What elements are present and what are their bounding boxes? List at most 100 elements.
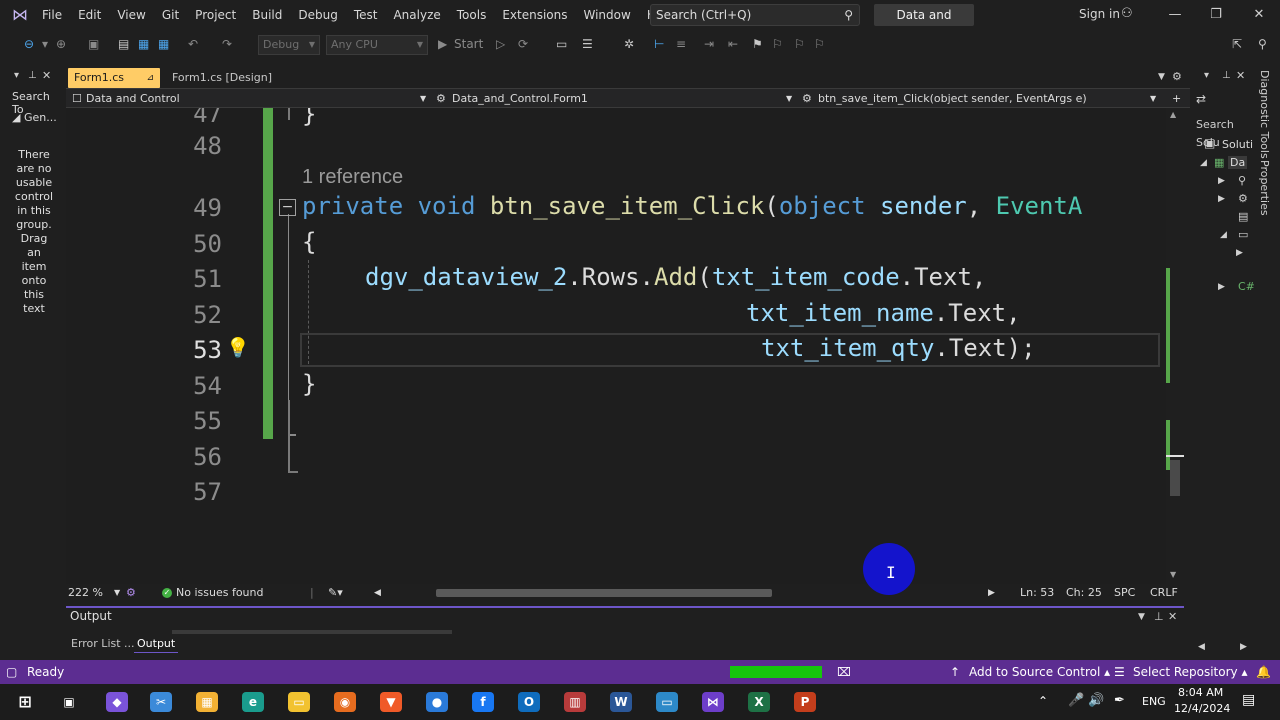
file-explorer-icon[interactable]: ▭: [288, 692, 310, 712]
excel-icon[interactable]: X: [748, 692, 770, 712]
notifications-bell-icon[interactable]: 🔔: [1256, 660, 1271, 684]
notification-center-icon[interactable]: ▤: [1242, 692, 1255, 708]
menu-debug[interactable]: Debug: [290, 0, 345, 30]
line-indicator[interactable]: Ln: 53: [1020, 584, 1054, 602]
horizontal-scroll-thumb[interactable]: [436, 589, 772, 597]
platform-select[interactable]: Any CPU ▼: [326, 35, 428, 55]
menu-project[interactable]: Project: [187, 0, 244, 30]
firefox-icon[interactable]: ◉: [334, 692, 356, 712]
word-icon[interactable]: W: [610, 692, 632, 712]
line-ending-indicator[interactable]: CRLF: [1150, 584, 1178, 602]
powerpoint-icon[interactable]: P: [794, 692, 816, 712]
clear-bookmarks-icon[interactable]: ⚐: [814, 37, 825, 51]
indent-icon[interactable]: ⇥: [704, 37, 714, 51]
back-dropdown-icon[interactable]: ▾: [42, 37, 48, 51]
tab-diagnostic-tools[interactable]: Diagnostic Tools: [1258, 70, 1271, 159]
whitespace-indicator[interactable]: SPC: [1114, 584, 1135, 602]
close-window-button[interactable]: ✕: [1244, 4, 1274, 26]
visual-studio-logo-icon[interactable]: ⋈: [10, 6, 30, 24]
menu-analyze[interactable]: Analyze: [385, 0, 448, 30]
save-icon[interactable]: ▦: [138, 37, 149, 51]
open-file-icon[interactable]: ▤: [118, 37, 129, 51]
menu-file[interactable]: File: [34, 0, 70, 30]
redo-icon[interactable]: ↷: [222, 37, 232, 51]
start-button-label[interactable]: Start: [454, 37, 483, 51]
vertical-scroll-thumb[interactable]: [1170, 460, 1180, 496]
feedback-icon[interactable]: ⚲: [1258, 37, 1267, 51]
scroll-down-icon[interactable]: ▼: [1170, 570, 1176, 579]
windows-start-icon[interactable]: ⊞: [14, 692, 36, 712]
edge-icon[interactable]: e: [242, 692, 264, 712]
language-indicator[interactable]: ENG: [1142, 695, 1166, 708]
maximize-button[interactable]: ❐: [1201, 4, 1231, 26]
notifications-icon[interactable]: ⌧: [837, 660, 851, 684]
column-indicator[interactable]: Ch: 25: [1066, 584, 1102, 602]
format-icon[interactable]: ≡: [676, 37, 686, 51]
clock-date[interactable]: 12/4/2024: [1174, 702, 1230, 715]
close-icon[interactable]: ✕: [42, 69, 51, 82]
facebook-icon[interactable]: f: [472, 692, 494, 712]
menu-git[interactable]: Git: [154, 0, 187, 30]
menu-tools[interactable]: Tools: [449, 0, 495, 30]
task-view-icon[interactable]: ▣: [58, 692, 80, 712]
quick-actions-lightbulb-icon[interactable]: 💡: [226, 336, 250, 362]
pin-icon[interactable]: ⊥: [28, 70, 37, 81]
close-icon[interactable]: ✕: [1236, 69, 1245, 82]
start-icon[interactable]: ▶: [438, 37, 447, 51]
pen-icon[interactable]: ✒: [1114, 693, 1125, 708]
menu-build[interactable]: Build: [244, 0, 290, 30]
outlook-icon[interactable]: O: [518, 692, 540, 712]
vertical-scrollbar[interactable]: ▲ ▼: [1166, 108, 1184, 584]
codelens-reference[interactable]: 1 reference: [302, 166, 403, 189]
menu-extensions[interactable]: Extensions: [494, 0, 575, 30]
hot-reload-icon[interactable]: ⟳: [518, 37, 528, 51]
tab-properties[interactable]: Properties: [1258, 160, 1271, 216]
clock-time[interactable]: 8:04 AM: [1178, 686, 1223, 699]
menu-edit[interactable]: Edit: [70, 0, 109, 30]
forward-icon[interactable]: ⊕: [56, 37, 66, 51]
close-icon[interactable]: ✕: [1168, 610, 1177, 623]
volume-icon[interactable]: 🔊: [1088, 693, 1104, 708]
split-add-icon[interactable]: +: [1172, 90, 1181, 108]
align-icon[interactable]: ⊢: [654, 37, 664, 51]
save-all-icon[interactable]: ▦: [158, 37, 169, 51]
nav-member-select[interactable]: btn_save_item_Click(object sender, Event…: [818, 90, 1087, 108]
new-project-icon[interactable]: ▣: [88, 37, 99, 51]
add-to-source-control-button[interactable]: Add to Source Control ▴: [969, 660, 1110, 684]
select-repository-button[interactable]: Select Repository ▴: [1133, 660, 1248, 684]
scroll-right-icon[interactable]: ▶: [1240, 642, 1247, 652]
zoom-level[interactable]: 222 %: [68, 584, 103, 602]
issues-indicator[interactable]: ✓ No issues found: [162, 584, 263, 602]
expand-arrow-icon[interactable]: ▶: [1218, 282, 1225, 292]
chevron-down-icon[interactable]: ▼: [114, 584, 120, 602]
scroll-up-icon[interactable]: ▲: [1170, 110, 1176, 119]
search-input[interactable]: Search (Ctrl+Q) ⚲: [650, 4, 860, 26]
solution-explorer-search[interactable]: Search Solu: [1192, 116, 1254, 149]
copilot-icon[interactable]: ⚙: [126, 584, 136, 602]
expand-arrow-icon[interactable]: ▶: [1236, 248, 1243, 258]
menu-view[interactable]: View: [109, 0, 153, 30]
tab-error-list[interactable]: Error List ...: [71, 636, 135, 652]
toolbox-icon[interactable]: ▭: [556, 37, 567, 51]
next-bookmark-icon[interactable]: ⚐: [794, 37, 805, 51]
app-icon[interactable]: ●: [426, 692, 448, 712]
settings-gear-icon[interactable]: ⚙: [1172, 70, 1182, 83]
project-node[interactable]: Da: [1228, 156, 1248, 169]
menu-window[interactable]: Window: [576, 0, 639, 30]
tab-form1-design[interactable]: Form1.cs [Design]: [166, 68, 286, 88]
solution-name-badge[interactable]: Data and Control: [874, 4, 974, 44]
panel-menu-icon[interactable]: ▼: [1138, 612, 1145, 622]
panel-menu-icon[interactable]: ▾: [1204, 70, 1209, 81]
collapse-method-button[interactable]: −: [279, 199, 296, 216]
nav-project-select[interactable]: Data and Control: [86, 90, 180, 108]
minimize-button[interactable]: —: [1160, 4, 1190, 26]
brave-icon[interactable]: ▼: [380, 692, 402, 712]
tab-form1-cs[interactable]: Form1.cs ⊿: [68, 68, 160, 88]
tools-icon[interactable]: ✲: [624, 37, 634, 51]
pin-icon[interactable]: ⊥: [1222, 70, 1231, 81]
undo-icon[interactable]: ↶: [188, 37, 198, 51]
tab-output[interactable]: Output: [134, 636, 179, 653]
pin-icon[interactable]: ⊥: [1154, 610, 1164, 623]
toolbox-group-general[interactable]: ◢ Gen...: [12, 111, 57, 124]
panel-menu-icon[interactable]: ▾: [14, 70, 19, 81]
